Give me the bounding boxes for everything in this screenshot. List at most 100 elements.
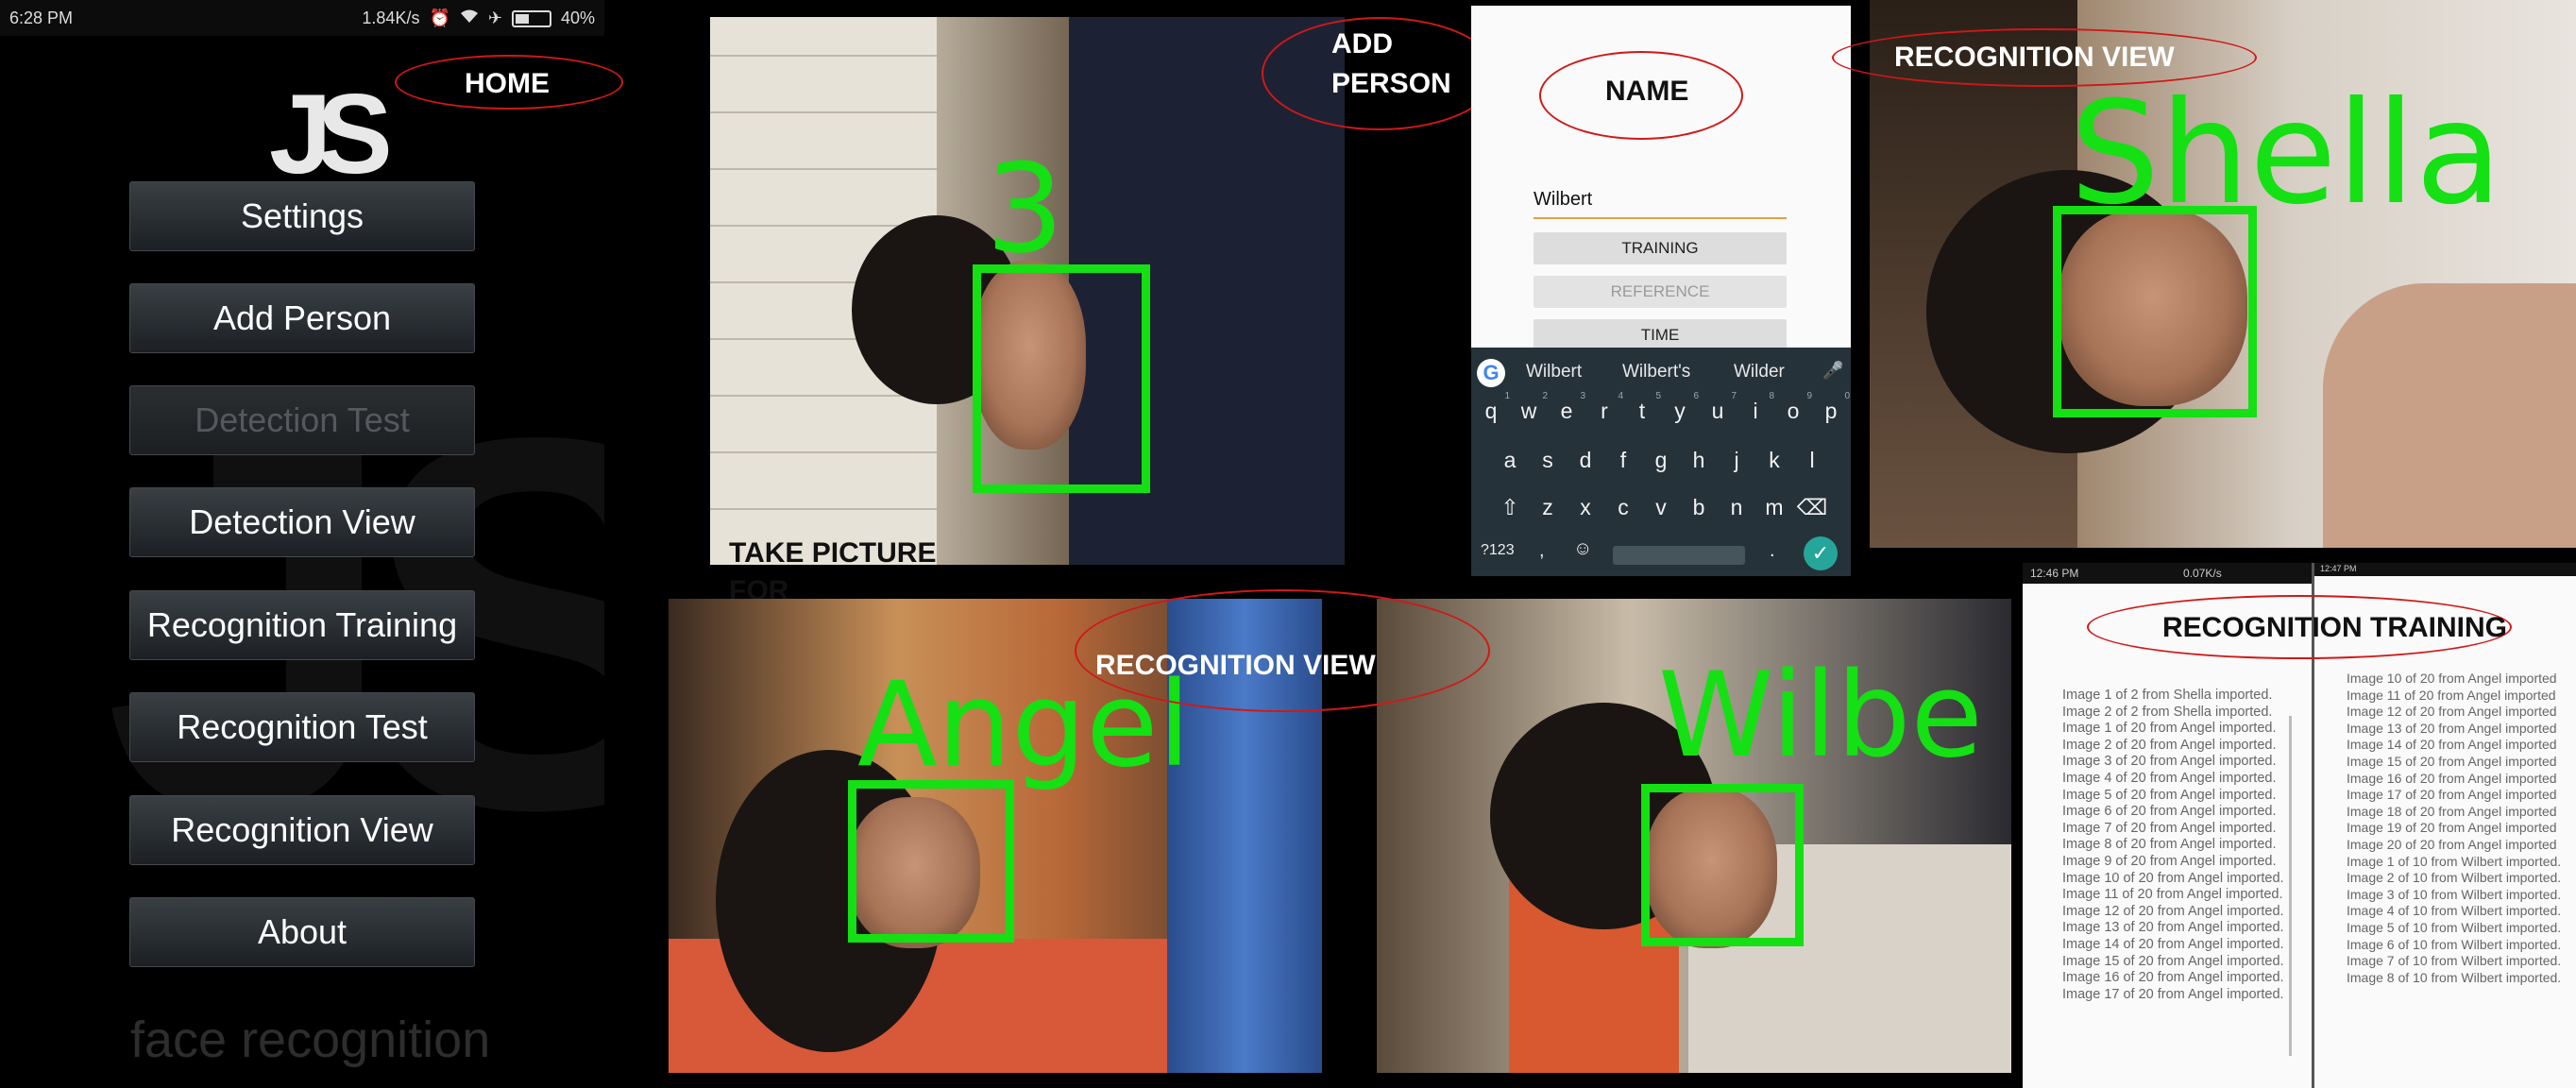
- log-line: Image 11 of 20 from Angel imported: [2347, 687, 2556, 703]
- settings-button[interactable]: Settings: [129, 181, 475, 251]
- log-line: Image 10 of 20 from Angel imported: [2347, 671, 2557, 686]
- keyboard-row-2: a s d f g h j k l: [1471, 448, 1851, 473]
- add-person-button[interactable]: Add Person: [129, 283, 475, 353]
- battery-percent: 40%: [560, 8, 595, 27]
- log-line: Image 17 of 20 from Angel imported.: [2062, 986, 2284, 1002]
- log-line: Image 13 of 20 from Angel imported: [2347, 720, 2557, 736]
- emoji-icon[interactable]: ☺: [1573, 538, 1592, 560]
- soft-keyboard: G Wilbert Wilbert's Wilder 🎤 q w e r t y…: [1471, 348, 1851, 576]
- log-line: Image 7 of 20 from Angel imported.: [2062, 820, 2277, 836]
- key-m[interactable]: m: [1755, 495, 1793, 520]
- key-r[interactable]: r: [1585, 399, 1623, 424]
- backspace-icon[interactable]: ⌫: [1793, 495, 1831, 520]
- log-line: Image 2 of 20 from Angel imported.: [2062, 737, 2277, 753]
- key-f[interactable]: f: [1604, 448, 1642, 473]
- recognition-view-button[interactable]: Recognition View: [129, 795, 475, 865]
- recognition-box: [848, 780, 1014, 943]
- comma-key[interactable]: ,: [1539, 540, 1545, 562]
- log-line: Image 15 of 20 from Angel imported.: [2062, 953, 2284, 969]
- annotation-add-person-line1: ADD: [1331, 28, 1393, 60]
- key-l[interactable]: l: [1793, 448, 1831, 473]
- log-line: Image 15 of 20 from Angel imported: [2347, 754, 2557, 769]
- reference-button[interactable]: REFERENCE: [1534, 276, 1787, 308]
- recognition-test-button[interactable]: Recognition Test: [129, 692, 475, 762]
- status-time: 12:47 PM: [2320, 564, 2357, 573]
- key-a[interactable]: a: [1491, 448, 1529, 473]
- wifi-icon: [460, 8, 479, 28]
- recognized-name-label: Shella: [2070, 72, 2502, 236]
- key-w[interactable]: w: [1510, 399, 1548, 424]
- google-g-icon[interactable]: G: [1477, 359, 1505, 387]
- capture-count-label: 3: [986, 137, 1064, 280]
- network-speed: 1.84K/s: [362, 8, 420, 27]
- scrollbar[interactable]: [2289, 716, 2292, 1056]
- microphone-icon[interactable]: 🎤: [1822, 361, 1843, 381]
- symbols-key[interactable]: ?123: [1481, 542, 1515, 559]
- app-tagline: face recognition: [130, 1012, 491, 1068]
- suggestion-1[interactable]: Wilbert: [1526, 355, 1582, 389]
- spacebar[interactable]: [1613, 546, 1745, 565]
- annotation-recognition-view-top: RECOGNITION VIEW: [1894, 42, 2175, 73]
- key-j[interactable]: j: [1718, 448, 1755, 473]
- suggestion-3[interactable]: Wilder: [1734, 355, 1785, 389]
- key-x[interactable]: x: [1567, 495, 1604, 520]
- key-c[interactable]: c: [1604, 495, 1642, 520]
- checkmark-icon[interactable]: ✓: [1804, 536, 1838, 570]
- key-d[interactable]: d: [1567, 448, 1604, 473]
- status-bar: 6:28 PM 1.84K/s ⏰ ✈ 40%: [0, 0, 604, 36]
- key-hint-9: 9: [1806, 391, 1812, 401]
- key-z[interactable]: z: [1529, 495, 1567, 520]
- log-line: Image 18 of 20 from Angel imported: [2347, 803, 2557, 819]
- detection-test-button[interactable]: Detection Test: [129, 385, 475, 455]
- training-button[interactable]: TRAINING: [1534, 232, 1787, 264]
- name-input[interactable]: Wilbert: [1534, 189, 1787, 219]
- log-line: Image 9 of 20 from Angel imported.: [2062, 854, 2277, 869]
- about-button[interactable]: About: [129, 897, 475, 967]
- key-k[interactable]: k: [1755, 448, 1793, 473]
- log-line: Image 6 of 20 from Angel imported.: [2062, 804, 2277, 820]
- annotation-recognition-training: RECOGNITION TRAINING: [2162, 612, 2507, 643]
- key-t[interactable]: t: [1623, 399, 1661, 424]
- key-v[interactable]: v: [1642, 495, 1680, 520]
- key-g[interactable]: g: [1642, 448, 1680, 473]
- key-n[interactable]: n: [1718, 495, 1755, 520]
- time-button[interactable]: TIME: [1534, 319, 1787, 351]
- recognition-box: [2053, 206, 2257, 417]
- log-line: Image 3 of 20 from Angel imported.: [2062, 754, 2277, 770]
- key-o[interactable]: o: [1774, 399, 1812, 424]
- annotation-name: NAME: [1605, 76, 1689, 107]
- recognized-name-label: Wilbe: [1658, 648, 1983, 784]
- recognition-training-button[interactable]: Recognition Training: [129, 590, 475, 660]
- suggestion-2[interactable]: Wilbert's: [1622, 355, 1690, 389]
- period-key[interactable]: .: [1770, 540, 1775, 562]
- log-line: Image 1 of 2 from Shella imported.: [2062, 688, 2273, 703]
- key-hint-7: 7: [1731, 391, 1737, 401]
- detection-view-button[interactable]: Detection View: [129, 487, 475, 557]
- key-b[interactable]: b: [1680, 495, 1718, 520]
- annotation-add-person-line2: PERSON: [1331, 68, 1451, 99]
- annotation-recognition-view-bottom: RECOGNITION VIEW: [1095, 650, 1376, 681]
- key-y[interactable]: y: [1661, 399, 1699, 424]
- shift-icon[interactable]: ⇧: [1491, 495, 1529, 520]
- app-logo: JS: [269, 71, 393, 197]
- log-line: Image 8 of 10 from Wilbert imported.: [2347, 969, 2562, 985]
- log-line: Image 14 of 20 from Angel imported.: [2062, 937, 2284, 952]
- keyboard-row-1-hints: 1 2 3 4 5 6 7 8 9 0: [1471, 391, 1851, 401]
- status-bar-right: 12:47 PM: [2314, 563, 2576, 576]
- log-line: Image 7 of 10 from Wilbert imported.: [2347, 953, 2562, 969]
- log-line: Image 19 of 20 from Angel imported: [2347, 820, 2557, 836]
- key-p[interactable]: p: [1812, 399, 1850, 424]
- key-s[interactable]: s: [1529, 448, 1567, 473]
- status-bar-left: 12:46 PM 0.07K/s: [2023, 563, 2312, 584]
- key-h[interactable]: h: [1680, 448, 1718, 473]
- detection-box: [973, 264, 1150, 493]
- key-hint-3: 3: [1580, 391, 1585, 401]
- key-i[interactable]: i: [1737, 399, 1774, 424]
- key-u[interactable]: u: [1699, 399, 1737, 424]
- key-q[interactable]: q: [1472, 399, 1510, 424]
- status-time: 12:46 PM: [2030, 567, 2079, 580]
- log-line: Image 2 of 2 from Shella imported.: [2062, 704, 2273, 720]
- key-e[interactable]: e: [1548, 399, 1585, 424]
- home-screen: 6:28 PM 1.84K/s ⏰ ✈ 40% JS JS Settings A…: [0, 0, 604, 1088]
- alarm-icon: ⏰: [429, 8, 450, 27]
